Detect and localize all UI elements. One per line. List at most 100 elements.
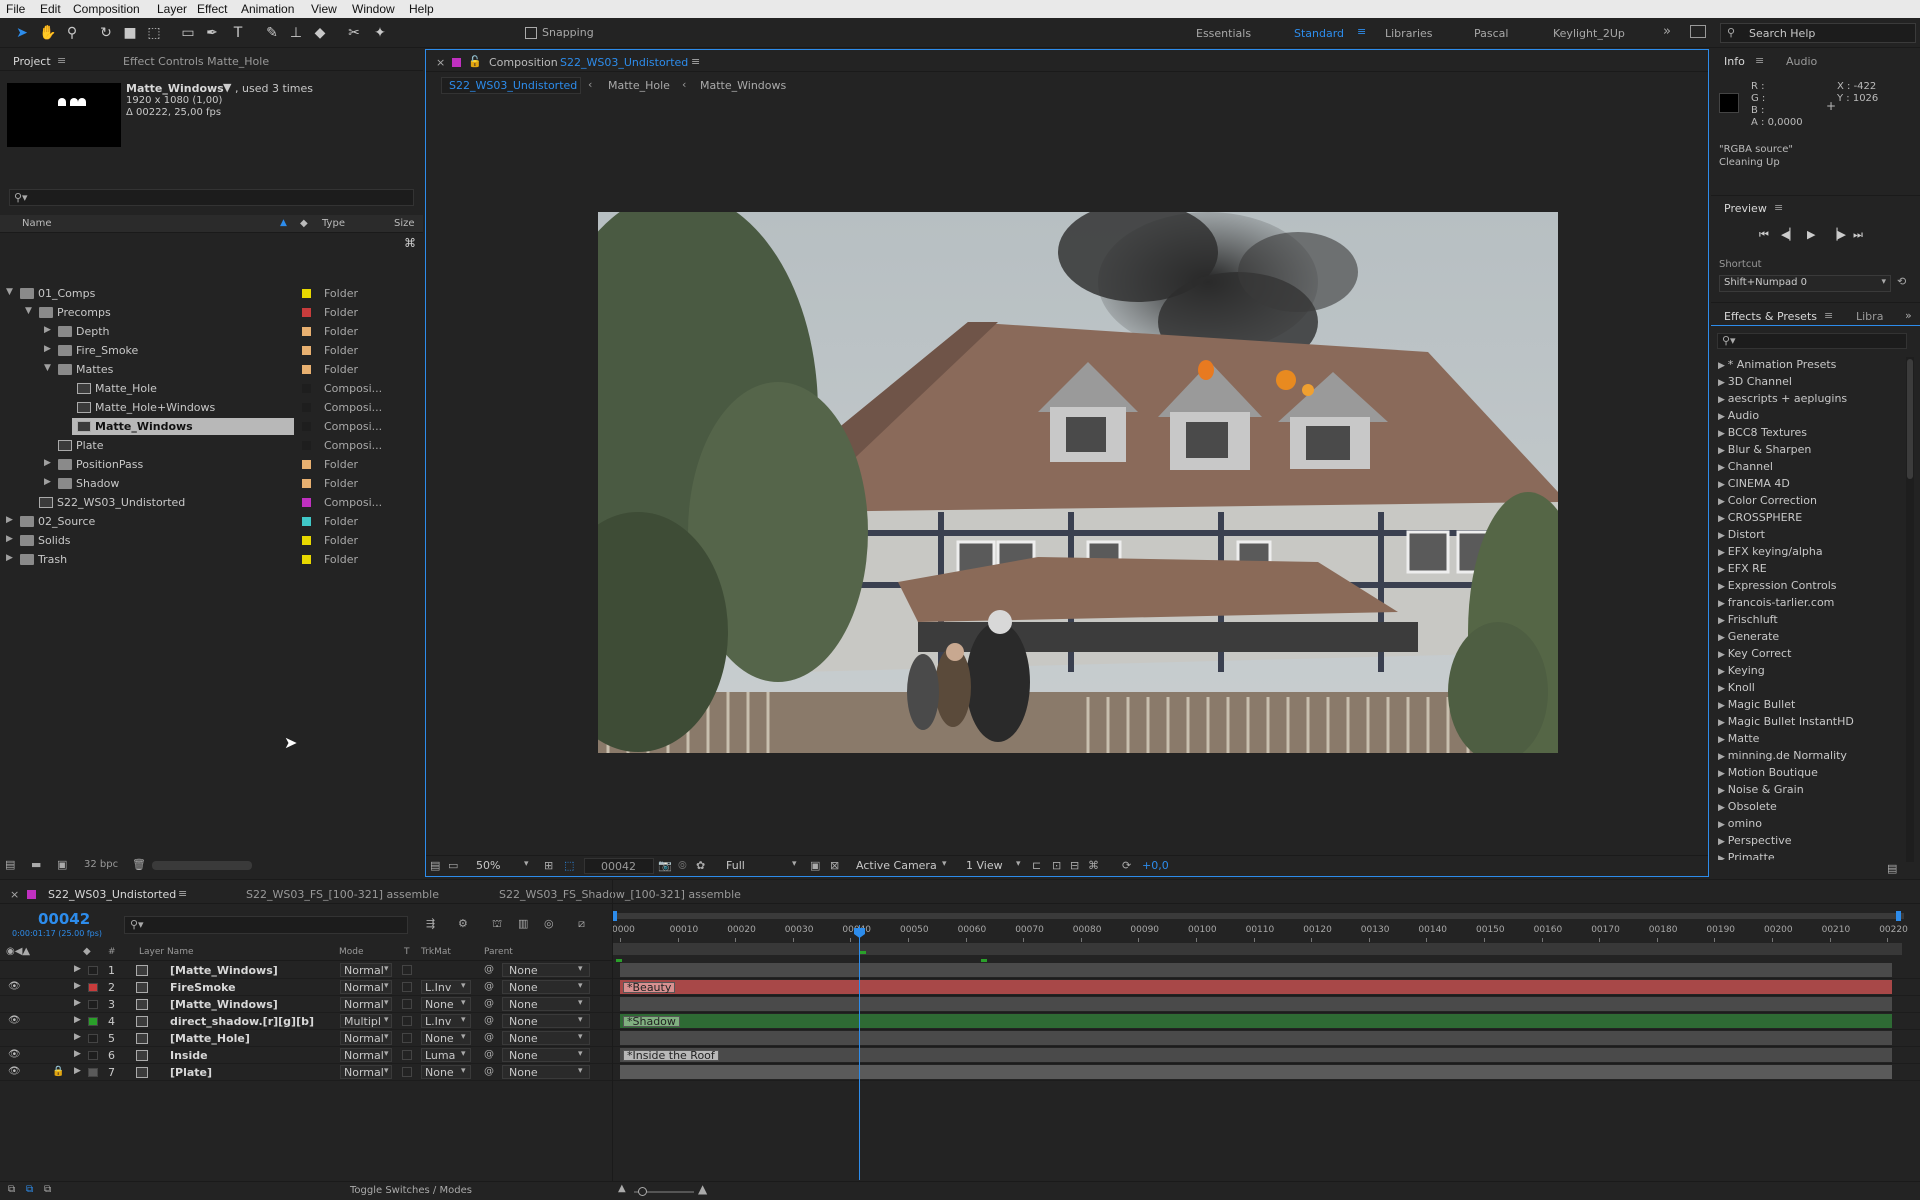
current-time-display[interactable]: 00042 bbox=[38, 910, 90, 928]
layer-row[interactable]: 👁 ▶ 2 FireSmoke Normal ▾ L.Inv ▾ @ None ▾ *Beauty bbox=[0, 979, 1920, 996]
project-search-input[interactable]: ⚲▾ bbox=[9, 189, 414, 206]
project-item[interactable]: ▼ Mattes Folder bbox=[0, 360, 420, 379]
effect-category[interactable]: ▶ Knoll bbox=[1718, 681, 1755, 694]
eye-icon[interactable]: 👁 bbox=[8, 1049, 21, 1060]
effect-category[interactable]: ▶ Channel bbox=[1718, 460, 1773, 473]
disclosure-closed-icon[interactable]: ▶ bbox=[44, 477, 51, 487]
exposure-value[interactable]: +0,0 bbox=[1142, 859, 1169, 872]
effect-category[interactable]: ▶ Magic Bullet InstantHD bbox=[1718, 715, 1854, 728]
eye-icon[interactable]: 👁 bbox=[8, 981, 21, 992]
effect-category[interactable]: ▶ Perspective bbox=[1718, 834, 1792, 847]
workspace-libraries[interactable]: Libraries bbox=[1385, 27, 1433, 40]
preserve-transparency-toggle[interactable] bbox=[402, 1050, 412, 1060]
layer-name[interactable]: Inside bbox=[170, 1049, 208, 1062]
flowchart-icon[interactable]: ⌘ bbox=[1088, 859, 1099, 872]
layer-label-color[interactable] bbox=[88, 1068, 98, 1077]
camera-dropdown[interactable]: Active Camera bbox=[856, 859, 937, 872]
layer-label-color[interactable] bbox=[88, 966, 98, 975]
disclosure-closed-icon[interactable]: ▶ bbox=[44, 458, 51, 468]
disclosure-closed-icon[interactable]: ▶ bbox=[74, 1015, 81, 1025]
expand-layer-switches-icon[interactable]: ⧉ bbox=[8, 1184, 15, 1195]
layer-name[interactable]: [Matte_Windows] bbox=[170, 964, 278, 977]
effect-category[interactable]: ▶ Obsolete bbox=[1718, 800, 1777, 813]
graph-editor-icon[interactable]: ⧄ bbox=[578, 917, 585, 931]
col-size[interactable]: Size bbox=[394, 218, 415, 229]
pen-tool-icon[interactable]: ✒ bbox=[202, 23, 222, 43]
pan-behind-tool-icon[interactable]: ⬚ bbox=[144, 23, 164, 43]
layer-marker-label[interactable]: *Shadow bbox=[623, 1016, 680, 1027]
layer-row[interactable]: 👁 ▶ 6 Inside Normal ▾ Luma ▾ @ None ▾ *Inside the R… bbox=[0, 1047, 1920, 1064]
label-color-swatch[interactable] bbox=[302, 308, 311, 317]
effect-category[interactable]: ▶ Key Correct bbox=[1718, 647, 1791, 660]
timeline-icon[interactable]: ⊟ bbox=[1070, 859, 1079, 872]
tab-info[interactable]: Info bbox=[1724, 55, 1745, 68]
panel-menu-icon[interactable]: ≡ bbox=[1824, 309, 1833, 322]
more-workspaces-icon[interactable]: » bbox=[1663, 24, 1671, 39]
layer-name[interactable]: FireSmoke bbox=[170, 981, 236, 994]
transparency-grid-icon[interactable]: ⊠ bbox=[830, 859, 839, 872]
disclosure-closed-icon[interactable]: ▶ bbox=[74, 1049, 81, 1059]
tab-effects-presets[interactable]: Effects & Presets bbox=[1724, 310, 1817, 323]
show-snapshot-icon[interactable]: ⦾ bbox=[678, 859, 687, 873]
eraser-tool-icon[interactable]: ◆ bbox=[310, 23, 330, 43]
col-t[interactable]: T bbox=[404, 947, 410, 957]
tab-audio[interactable]: Audio bbox=[1786, 55, 1817, 68]
thumbnail-scroll[interactable] bbox=[152, 861, 252, 870]
roto-brush-tool-icon[interactable]: ✂ bbox=[344, 23, 364, 43]
selection-tool-icon[interactable]: ➤ bbox=[12, 23, 32, 43]
col-parent[interactable]: Parent bbox=[484, 947, 513, 957]
effect-category[interactable]: ▶ Noise & Grain bbox=[1718, 783, 1804, 796]
menu-item-edit[interactable]: Edit bbox=[40, 2, 61, 16]
menu-item-view[interactable]: View bbox=[311, 2, 337, 16]
rotation-tool-icon[interactable]: ↻ bbox=[96, 23, 116, 43]
col-layer-name[interactable]: Layer Name bbox=[139, 947, 194, 957]
effect-category[interactable]: ▶ * Animation Presets bbox=[1718, 358, 1836, 371]
effect-category[interactable]: ▶ EFX keying/alpha bbox=[1718, 545, 1823, 558]
layer-label-color[interactable] bbox=[88, 1051, 98, 1060]
layer-duration-bar[interactable]: *Beauty bbox=[620, 980, 1892, 994]
project-item[interactable]: ▶ 02_Source Folder bbox=[0, 512, 420, 531]
col-mode[interactable]: Mode bbox=[339, 947, 364, 957]
zoom-in-icon[interactable]: ▲ bbox=[698, 1182, 707, 1196]
menu-item-animation[interactable]: Animation bbox=[241, 2, 294, 16]
rectangle-tool-icon[interactable]: ▭ bbox=[178, 23, 198, 43]
lock-icon[interactable]: 🔓 bbox=[468, 55, 482, 68]
effect-category[interactable]: ▶ Keying bbox=[1718, 664, 1765, 677]
effect-category[interactable]: ▶ 3D Channel bbox=[1718, 375, 1792, 388]
layer-row[interactable]: ▶ 5 [Matte_Hole] Normal ▾ None ▾ @ None ▾ bbox=[0, 1030, 1920, 1047]
close-icon[interactable]: × bbox=[436, 56, 445, 69]
disclosure-open-icon[interactable]: ▼ bbox=[6, 287, 13, 297]
project-item[interactable]: Matte_Hole Composi... bbox=[0, 379, 420, 398]
search-help-field[interactable]: ⚲ Search Help bbox=[1720, 23, 1916, 43]
expand-transfer-controls-icon[interactable]: ⧉ bbox=[26, 1184, 33, 1195]
project-item[interactable]: ▶ Fire_Smoke Folder bbox=[0, 341, 420, 360]
new-folder-icon[interactable]: ▬ bbox=[31, 858, 41, 871]
col-type[interactable]: Type bbox=[322, 218, 345, 229]
motion-blur-icon[interactable]: ◎ bbox=[544, 917, 554, 930]
layer-label-color[interactable] bbox=[88, 1000, 98, 1009]
label-color-swatch[interactable] bbox=[302, 346, 311, 355]
panel-menu-icon[interactable]: ≡ bbox=[1755, 54, 1764, 67]
col-trkmat[interactable]: TrkMat bbox=[421, 947, 451, 957]
project-item[interactable]: ▶ Trash Folder bbox=[0, 550, 420, 569]
layer-name[interactable]: direct_shadow.[r][g][b] bbox=[170, 1015, 314, 1028]
menu-item-effect[interactable]: Effect bbox=[197, 2, 227, 16]
effect-category[interactable]: ▶ Distort bbox=[1718, 528, 1765, 541]
pick-whip-icon[interactable]: @ bbox=[484, 1049, 494, 1060]
flowchart-icon[interactable]: ⌘ bbox=[404, 236, 416, 250]
first-frame-icon[interactable]: ⏮ bbox=[1759, 228, 1769, 242]
disclosure-closed-icon[interactable]: ▶ bbox=[6, 534, 13, 544]
label-color-swatch[interactable] bbox=[302, 403, 311, 412]
clone-stamp-tool-icon[interactable]: ⊥ bbox=[286, 23, 306, 43]
disclosure-closed-icon[interactable]: ▶ bbox=[74, 964, 81, 974]
type-tool-icon[interactable]: T bbox=[228, 23, 248, 43]
effect-category[interactable]: ▶ CINEMA 4D bbox=[1718, 477, 1790, 490]
project-item[interactable]: ▶ Shadow Folder bbox=[0, 474, 420, 493]
color-channel-icon[interactable]: ✿ bbox=[696, 859, 705, 872]
effect-category[interactable]: ▶ EFX RE bbox=[1718, 562, 1767, 575]
effect-category[interactable]: ▶ Motion Boutique bbox=[1718, 766, 1818, 779]
timeline-tab-2[interactable]: S22_WS03_FS_Shadow_[100-321] assemble bbox=[499, 888, 741, 901]
previous-frame-icon[interactable]: ◀▏ bbox=[1781, 228, 1798, 241]
effect-category[interactable]: ▶ Generate bbox=[1718, 630, 1779, 643]
col-name[interactable]: Name bbox=[22, 218, 52, 229]
